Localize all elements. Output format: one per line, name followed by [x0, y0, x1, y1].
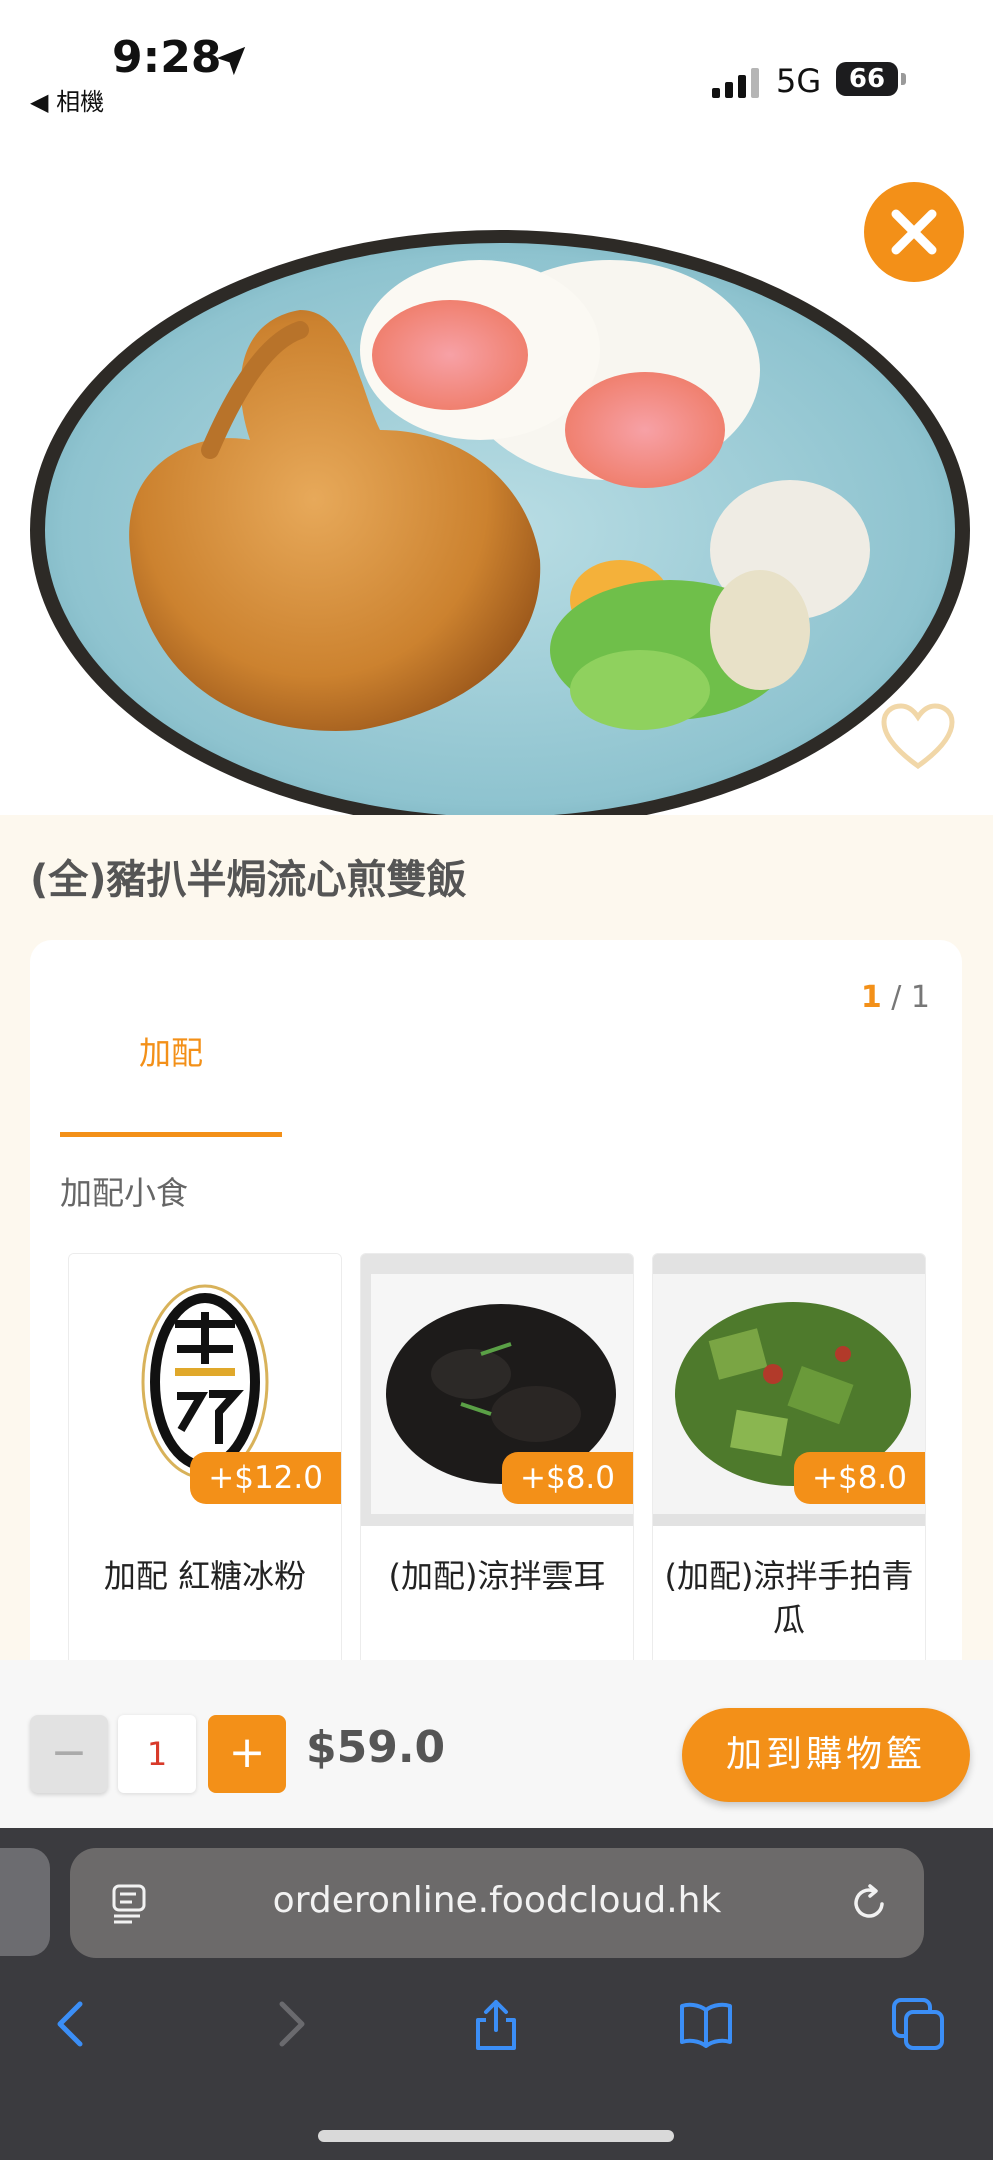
- addon-item[interactable]: +$8.0 (加配)涼拌手拍青瓜: [652, 1253, 926, 1660]
- forward-icon[interactable]: [262, 1996, 318, 2052]
- back-icon[interactable]: [44, 1996, 100, 2052]
- addon-price-badge: +$12.0: [190, 1452, 341, 1504]
- addon-item[interactable]: +$12.0 加配 紅糖冰粉: [68, 1253, 342, 1660]
- reload-icon[interactable]: [848, 1882, 890, 1924]
- previous-tab-preview[interactable]: [0, 1848, 50, 1956]
- addon-price-badge: +$8.0: [794, 1452, 925, 1504]
- network-type: 5G: [776, 62, 822, 100]
- close-button[interactable]: [864, 182, 964, 282]
- addon-list: +$12.0 加配 紅糖冰粉 +$8.0 (加配)涼拌雲耳 +$8.0 (加配)…: [68, 1253, 958, 1660]
- food-photo: [30, 230, 970, 815]
- heart-icon[interactable]: [880, 702, 956, 772]
- total-price: $59.0: [306, 1722, 446, 1773]
- battery-tip: [901, 73, 906, 85]
- addon-name: (加配)涼拌手拍青瓜: [664, 1557, 914, 1639]
- add-to-cart-button[interactable]: 加到購物籃: [682, 1708, 970, 1802]
- tab-addons[interactable]: 加配: [60, 1018, 282, 1088]
- quantity-value[interactable]: 1: [118, 1715, 196, 1793]
- browser-toolbar: orderonline.foodcloud.hk: [0, 1828, 993, 2160]
- share-icon[interactable]: [468, 1996, 524, 2052]
- cellular-signal-icon: [712, 68, 759, 98]
- options-card: 1 / 1 加配 加配小食 +$12.0 加配 紅糖冰粉 +$8.0 (加配)涼…: [30, 940, 962, 1660]
- pager-current: 1: [860, 980, 882, 1015]
- decrease-quantity-button[interactable]: −: [30, 1715, 108, 1793]
- option-pager: 1 / 1: [861, 980, 930, 1015]
- home-indicator: [318, 2130, 674, 2142]
- tab-active-indicator: [60, 1132, 282, 1137]
- close-icon: [891, 209, 937, 255]
- bookmarks-icon[interactable]: [678, 1996, 734, 2052]
- addon-name: (加配)涼拌雲耳: [388, 1557, 606, 1595]
- battery-indicator: 66: [836, 62, 898, 96]
- product-hero-image: [0, 130, 993, 815]
- addon-price-badge: +$8.0: [502, 1452, 633, 1504]
- pager-total: 1: [910, 980, 930, 1015]
- section-label: 加配小食: [60, 1174, 189, 1212]
- tabs-icon[interactable]: [890, 1996, 946, 2052]
- pager-separator: /: [881, 980, 911, 1015]
- address-bar[interactable]: orderonline.foodcloud.hk: [70, 1848, 924, 1958]
- status-time: 9:28: [112, 32, 222, 83]
- status-bar: 9:28 ◀ 相機 5G 66: [0, 0, 993, 130]
- order-bar: − 1 + $59.0 加到購物籃: [0, 1660, 993, 1828]
- increase-quantity-button[interactable]: +: [208, 1715, 286, 1793]
- location-arrow-icon: [216, 46, 246, 76]
- addon-name: 加配 紅糖冰粉: [103, 1557, 307, 1595]
- product-title: (全)豬扒半焗流心煎雙飯: [30, 857, 467, 903]
- product-details: (全)豬扒半焗流心煎雙飯 1 / 1 加配 加配小食 +$12.0 加配 紅糖冰…: [0, 815, 993, 1660]
- back-to-app-link[interactable]: ◀ 相機: [30, 82, 104, 117]
- addon-item[interactable]: +$8.0 (加配)涼拌雲耳: [360, 1253, 634, 1660]
- url-text: orderonline.foodcloud.hk: [272, 1880, 722, 1921]
